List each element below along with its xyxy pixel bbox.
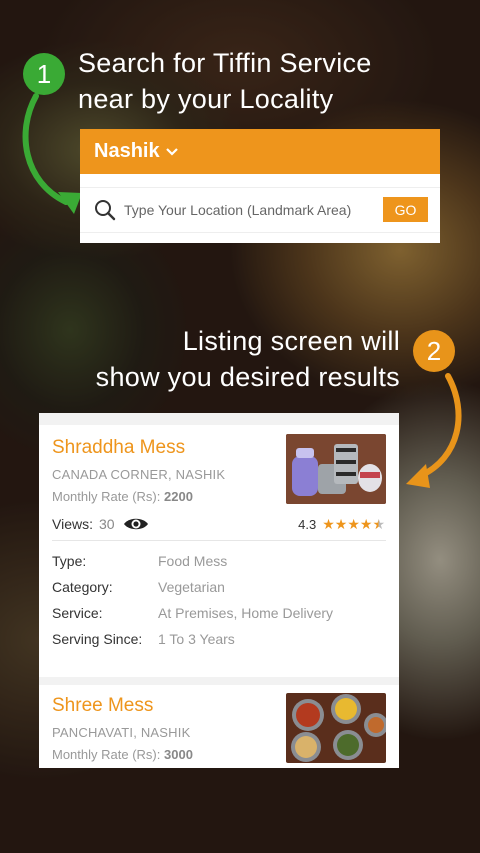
detail-row-service: Service: At Premises, Home Delivery <box>52 605 386 621</box>
star-half-icon: ★ <box>372 516 385 532</box>
rating-value: 4.3 <box>298 517 317 532</box>
detail-value: Food Mess <box>158 553 228 569</box>
detail-row-category: Category: Vegetarian <box>52 579 386 595</box>
mess-location: CANADA CORNER, NASHIK <box>52 467 226 482</box>
star-rating-icon: ★★★★★ <box>322 516 385 533</box>
star-icon: ★ <box>347 516 360 532</box>
detail-label: Type: <box>52 553 87 569</box>
rating: 4.3 ★★★★★ <box>298 516 385 533</box>
step-1-badge: 1 <box>23 53 65 95</box>
orange-arrow-icon <box>406 373 462 488</box>
chevron-down-icon <box>165 147 178 156</box>
views-counter: Views: 30 <box>52 516 149 532</box>
eye-icon <box>123 518 148 530</box>
views-count: 30 <box>98 516 115 532</box>
step-1-headline-line2: near by your Locality <box>78 84 334 114</box>
mess-location: PANCHAVATI, NASHIK <box>52 725 191 740</box>
go-button[interactable]: GO <box>383 197 428 222</box>
detail-value: 1 To 3 Years <box>158 631 235 647</box>
step-2-headline-line2: show you desired results <box>95 362 400 392</box>
location-search-input[interactable] <box>122 201 376 219</box>
star-icon: ★ <box>334 516 348 532</box>
monthly-rate: Monthly Rate (Rs): 2200 <box>52 489 193 504</box>
divider <box>52 540 386 541</box>
step-2-headline: Listing screen will show you desired res… <box>96 323 400 395</box>
detail-label: Serving Since: <box>52 631 143 647</box>
mess-name[interactable]: Shraddha Mess <box>52 437 185 459</box>
step-1-headline-line1: Search for Tiffin Service <box>78 48 372 78</box>
green-arrow-icon <box>22 93 82 214</box>
search-icon <box>95 200 116 221</box>
monthly-rate-label: Monthly Rate (Rs): <box>52 747 161 762</box>
monthly-rate-value: 3000 <box>164 747 193 762</box>
detail-value: Vegetarian <box>158 579 225 595</box>
monthly-rate-label: Monthly Rate (Rs): <box>52 489 161 504</box>
views-label: Views: <box>52 516 93 532</box>
step-1-headline: Search for Tiffin Service near by your L… <box>78 45 372 117</box>
detail-label: Service: <box>52 605 103 621</box>
detail-row-type: Type: Food Mess <box>52 553 386 569</box>
step-2-headline-line1: Listing screen will <box>182 326 400 356</box>
star-icon: ★ <box>322 516 335 532</box>
listing-item[interactable]: Shree Mess PANCHAVATI, NASHIK Monthly Ra… <box>39 685 399 768</box>
step-2-badge: 2 <box>413 330 455 372</box>
detail-value: At Premises, Home Delivery <box>158 605 334 621</box>
listing-item[interactable]: Shraddha Mess CANADA CORNER, NASHIK Mont… <box>39 425 399 677</box>
detail-row-serving-since: Serving Since: 1 To 3 Years <box>52 631 386 647</box>
mess-thumbnail[interactable] <box>286 693 386 763</box>
detail-label: Category: <box>52 579 113 595</box>
monthly-rate: Monthly Rate (Rs): 3000 <box>52 747 193 762</box>
star-icon: ★ <box>359 516 373 532</box>
city-name: Nashik <box>94 140 160 162</box>
search-card: Nashik GO <box>80 129 440 243</box>
tiffin-box-image <box>286 434 386 504</box>
food-image <box>286 693 386 763</box>
mess-name[interactable]: Shree Mess <box>52 695 153 717</box>
listing-preview: Shraddha Mess CANADA CORNER, NASHIK Mont… <box>39 413 399 768</box>
mess-thumbnail[interactable] <box>286 434 386 504</box>
search-row: GO <box>80 187 440 233</box>
monthly-rate-value: 2200 <box>164 489 193 504</box>
city-selector[interactable]: Nashik <box>80 129 440 174</box>
